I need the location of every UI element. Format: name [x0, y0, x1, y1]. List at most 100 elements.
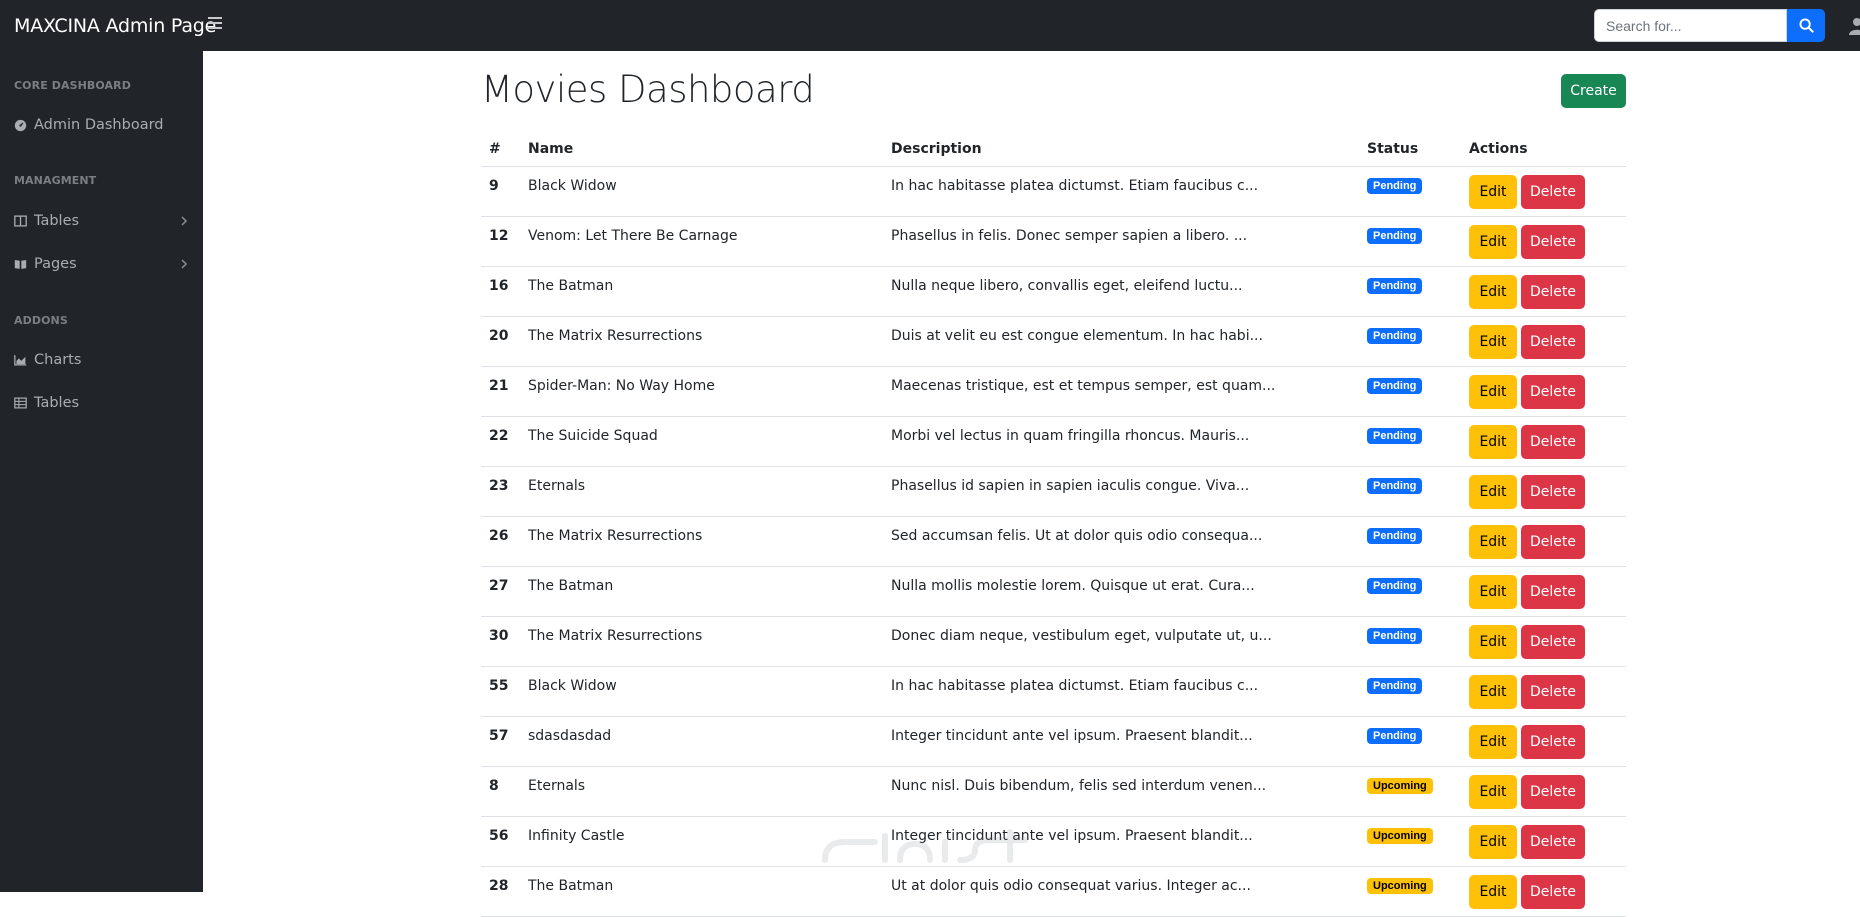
create-button[interactable]: Create [1561, 74, 1626, 108]
movie-name: Spider-Man: No Way Home [528, 378, 715, 394]
movies-table: # Name Description Status Actions 9 Black… [481, 135, 1626, 917]
column-header-actions: Actions [1469, 141, 1528, 157]
movie-id: 9 [489, 178, 499, 194]
movie-name: Black Widow [528, 178, 617, 194]
movie-id: 21 [489, 378, 509, 394]
edit-button[interactable]: Edit [1469, 775, 1517, 809]
delete-button[interactable]: Delete [1521, 175, 1585, 209]
table-row: 20 The Matrix Resurrections Duis at velit … [481, 317, 1626, 367]
sidebar-item-tables[interactable]: Tables [14, 209, 190, 233]
sidebar-heading-managment: MANAGMENT [14, 174, 97, 187]
movie-description: In hac habitasse platea dictumst. Etiam … [891, 678, 1259, 694]
edit-button[interactable]: Edit [1469, 225, 1517, 259]
edit-button[interactable]: Edit [1469, 325, 1517, 359]
edit-button[interactable]: Edit [1469, 875, 1517, 909]
movie-id: 16 [489, 278, 509, 294]
movie-id: 26 [489, 528, 509, 544]
delete-button[interactable]: Delete [1521, 625, 1585, 659]
edit-button[interactable]: Edit [1469, 725, 1517, 759]
table-row: 12 Venom: Let There Be Carnage Phasellus i… [481, 217, 1626, 267]
movie-id: 20 [489, 328, 509, 344]
book-open-icon [14, 258, 27, 271]
movie-name: The Batman [528, 278, 614, 294]
delete-button[interactable]: Delete [1521, 825, 1585, 859]
status-badge: Pending [1367, 178, 1423, 194]
movie-name: sdasdasdad [528, 728, 612, 744]
movie-name: The Batman [528, 578, 614, 594]
dashboard-gauge-icon [14, 119, 27, 132]
delete-button[interactable]: Delete [1521, 375, 1585, 409]
table-row: 27 The Batman Nulla mollis molestie lorem.… [481, 567, 1626, 617]
sidebar-item-label: Tables [34, 395, 80, 411]
movie-name: Black Widow [528, 678, 617, 694]
movie-id: 57 [489, 728, 509, 744]
movie-id: 55 [489, 678, 509, 694]
edit-button[interactable]: Edit [1469, 375, 1517, 409]
table-row: 57 sdasdasdad Integer tincidunt ante vel i… [481, 717, 1626, 767]
column-header-name: Name [528, 141, 574, 157]
movie-name: Eternals [528, 478, 586, 494]
edit-button[interactable]: Edit [1469, 425, 1517, 459]
area-chart-icon [14, 354, 27, 367]
status-badge: Pending [1367, 528, 1423, 544]
movie-description: Donec diam neque, vestibulum eget, vulpu… [891, 628, 1272, 644]
watermark-logo [822, 829, 1028, 863]
table-row: 16 The Batman Nulla neque libero, convalli… [481, 267, 1626, 317]
edit-button[interactable]: Edit [1469, 575, 1517, 609]
table-row: 56 Infinity Castle Integer tincidunt ante … [481, 817, 1626, 867]
delete-button[interactable]: Delete [1521, 675, 1585, 709]
edit-button[interactable]: Edit [1469, 475, 1517, 509]
delete-button[interactable]: Delete [1521, 525, 1585, 559]
movie-name: Eternals [528, 778, 586, 794]
columns-icon [14, 215, 27, 228]
edit-button[interactable]: Edit [1469, 275, 1517, 309]
delete-button[interactable]: Delete [1521, 325, 1585, 359]
movie-name: Venom: Let There Be Carnage [528, 228, 738, 244]
delete-button[interactable]: Delete [1521, 775, 1585, 809]
edit-button[interactable]: Edit [1469, 825, 1517, 859]
table-row: 26 The Matrix Resurrections Sed accumsan f… [481, 517, 1626, 567]
delete-button[interactable]: Delete [1521, 475, 1585, 509]
chevron-right-icon [181, 216, 188, 226]
search-button[interactable] [1787, 9, 1825, 42]
delete-button[interactable]: Delete [1521, 725, 1585, 759]
sidebar-item-admin-dashboard[interactable]: Admin Dashboard [14, 113, 190, 137]
edit-button[interactable]: Edit [1469, 175, 1517, 209]
sidebar-item-pages[interactable]: Pages [14, 252, 190, 276]
movie-description: Sed accumsan felis. Ut at dolor quis odi… [891, 528, 1263, 544]
brand-title[interactable]: MAXCINA Admin Page [14, 15, 216, 37]
sidebar: CORE DASHBOARD Admin Dashboard MANAGMENT… [0, 51, 203, 892]
user-icon[interactable] [1849, 17, 1860, 35]
table-row: 21 Spider-Man: No Way Home Maecenas tristi… [481, 367, 1626, 417]
movie-id: 27 [489, 578, 509, 594]
table-row: 9 Black Widow In hac habitasse platea dict… [481, 167, 1626, 217]
column-header-description: Description [891, 141, 982, 157]
sidebar-item-label: Admin Dashboard [34, 117, 164, 133]
column-header-status: Status [1367, 141, 1419, 157]
sidebar-toggle-icon[interactable] [208, 17, 222, 29]
movie-description: Integer tincidunt ante vel ipsum. Praese… [891, 728, 1253, 744]
search-input[interactable] [1594, 9, 1787, 42]
edit-button[interactable]: Edit [1469, 625, 1517, 659]
table-row: 23 Eternals Phasellus id sapien in sapien … [481, 467, 1626, 517]
movie-description: Phasellus id sapien in sapien iaculis co… [891, 478, 1250, 494]
sidebar-item-tables-addon[interactable]: Tables [14, 391, 190, 415]
delete-button[interactable]: Delete [1521, 275, 1585, 309]
movie-description: In hac habitasse platea dictumst. Etiam … [891, 178, 1259, 194]
delete-button[interactable]: Delete [1521, 225, 1585, 259]
sidebar-item-charts[interactable]: Charts [14, 348, 190, 372]
status-badge: Pending [1367, 228, 1423, 244]
table-row: 28 The Batman Ut at dolor quis odio conseq… [481, 867, 1626, 917]
delete-button[interactable]: Delete [1521, 425, 1585, 459]
movie-id: 12 [489, 228, 509, 244]
delete-button[interactable]: Delete [1521, 575, 1585, 609]
edit-button[interactable]: Edit [1469, 675, 1517, 709]
status-badge: Pending [1367, 428, 1423, 444]
movie-id: 8 [489, 778, 499, 794]
status-badge: Pending [1367, 328, 1423, 344]
search-icon [1798, 18, 1814, 33]
delete-button[interactable]: Delete [1521, 875, 1585, 909]
column-header-id: # [489, 141, 501, 157]
edit-button[interactable]: Edit [1469, 525, 1517, 559]
search-group [1594, 9, 1834, 42]
